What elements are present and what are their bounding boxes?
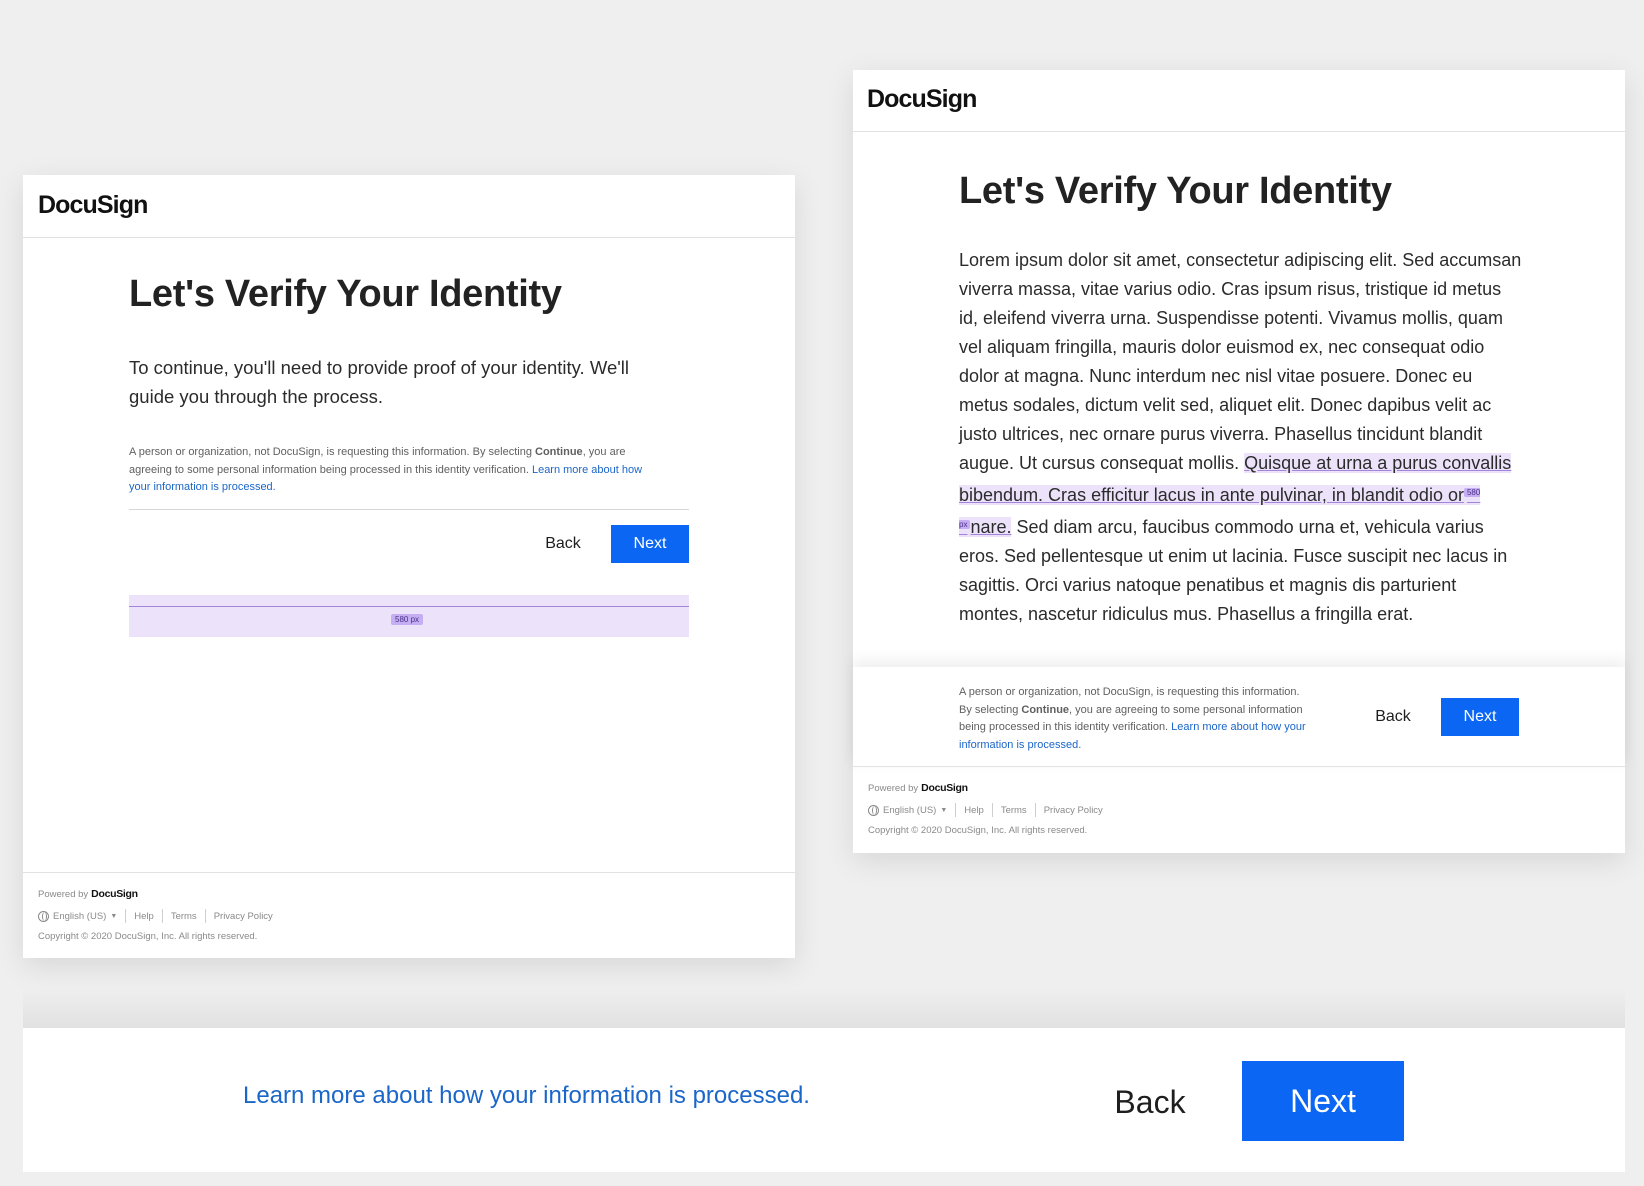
docusign-mini-logo: DocuSign	[921, 782, 968, 794]
footer-links: English (US) ▼ Help Terms Privacy Policy	[38, 909, 273, 923]
globe-icon	[868, 804, 879, 816]
page-title: Let's Verify Your Identity	[959, 170, 1392, 212]
footer: Powered by DocuSign English (US) ▼ Help Te…	[23, 872, 795, 958]
body-text: Lorem ipsum dolor sit amet, consectetur …	[959, 250, 1522, 624]
next-button[interactable]: Next	[1441, 698, 1519, 736]
width-measure-overlay: 580 px	[129, 595, 689, 637]
verify-identity-card-long: DocuSign Let's Verify Your Identity Lore…	[853, 70, 1625, 853]
language-selector[interactable]: English (US)	[53, 911, 106, 922]
back-button[interactable]: Back	[1077, 1062, 1223, 1142]
privacy-policy-link[interactable]: Privacy Policy	[1044, 805, 1103, 816]
globe-icon	[38, 910, 49, 922]
docusign-logo: DocuSign	[38, 191, 148, 219]
powered-by: Powered by DocuSign	[38, 888, 138, 900]
caret-down-icon: ▼	[940, 806, 948, 814]
docusign-logo: DocuSign	[867, 85, 977, 113]
privacy-policy-link[interactable]: Privacy Policy	[214, 911, 273, 922]
measure-label: 580 px	[391, 614, 424, 625]
next-button[interactable]: Next	[611, 525, 689, 563]
measure-line	[129, 606, 689, 607]
page-title: Let's Verify Your Identity	[129, 273, 562, 315]
zoomed-action-bar: Learn more about how your information is…	[23, 988, 1625, 1172]
language-selector[interactable]: English (US)	[883, 805, 936, 816]
powered-by: Powered by DocuSign	[868, 782, 968, 794]
intro-text: To continue, you'll need to provide proo…	[129, 357, 629, 407]
header-bar: DocuSign	[853, 70, 1625, 132]
header-bar: DocuSign	[23, 175, 795, 238]
verify-identity-card-short: DocuSign Let's Verify Your Identity To c…	[23, 175, 795, 958]
copyright: Copyright © 2020 DocuSign, Inc. All righ…	[868, 825, 1088, 836]
consent-disclaimer: A person or organization, not DocuSign, …	[959, 686, 1306, 751]
back-button[interactable]: Back	[1353, 698, 1433, 736]
terms-link[interactable]: Terms	[1001, 805, 1027, 816]
learn-more-link[interactable]: Learn more about how your information is…	[243, 1082, 810, 1110]
divider	[129, 509, 689, 510]
footer: Powered by DocuSign English (US) ▼ Help Te…	[853, 767, 1625, 853]
sticky-action-bar: A person or organization, not DocuSign, …	[853, 667, 1625, 767]
caret-down-icon: ▼	[110, 912, 118, 920]
next-button[interactable]: Next	[1242, 1061, 1404, 1141]
footer-links: English (US) ▼ Help Terms Privacy Policy	[868, 803, 1103, 817]
back-button[interactable]: Back	[523, 525, 603, 563]
terms-link[interactable]: Terms	[171, 911, 197, 922]
copyright: Copyright © 2020 DocuSign, Inc. All righ…	[38, 931, 258, 942]
consent-disclaimer: A person or organization, not DocuSign, …	[129, 446, 643, 493]
docusign-mini-logo: DocuSign	[91, 888, 138, 900]
help-link[interactable]: Help	[964, 805, 984, 816]
help-link[interactable]: Help	[134, 911, 154, 922]
